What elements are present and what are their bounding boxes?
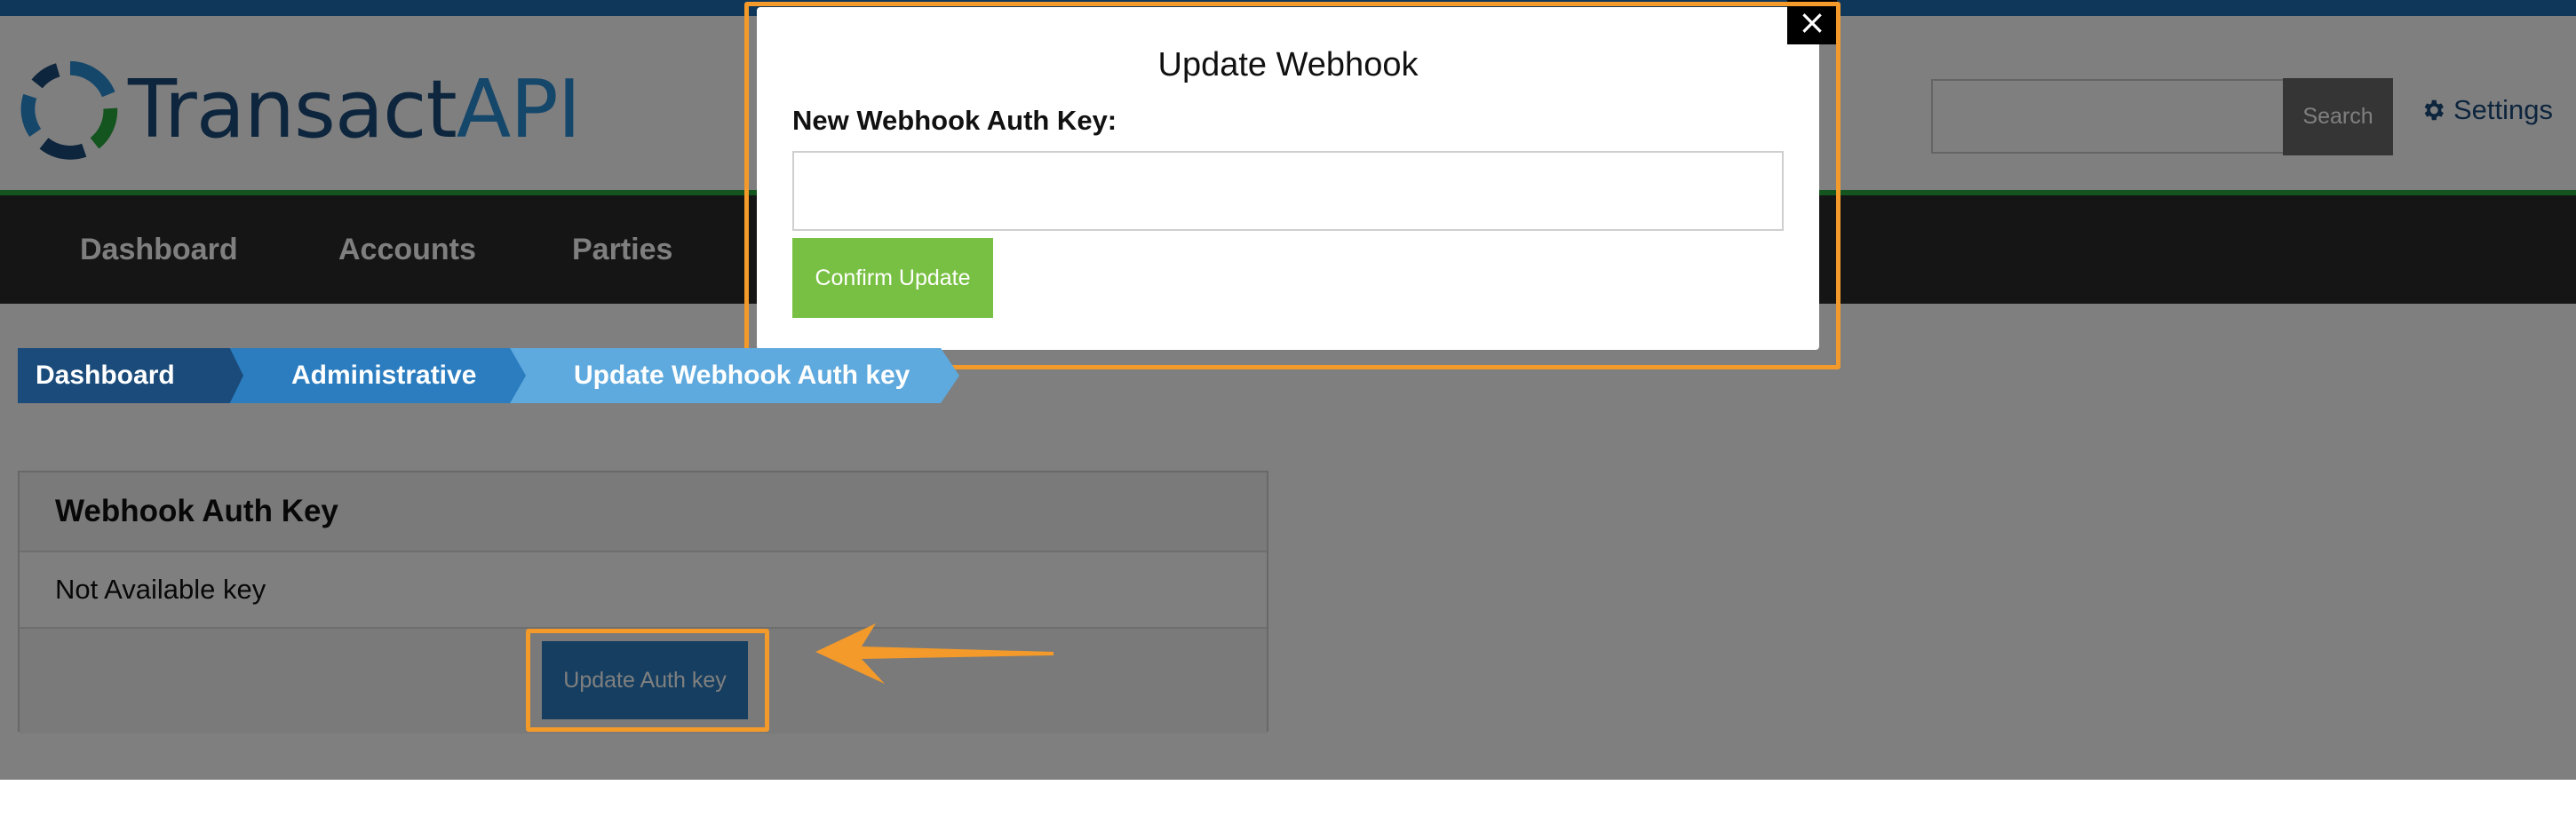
modal-highlight-annotation [744,2,1841,369]
breadcrumb-current-page: Update Webhook Auth key [494,348,959,403]
breadcrumb: Dashboard Administrative Update Webhook … [18,348,959,403]
breadcrumb-dashboard[interactable]: Dashboard [18,348,243,403]
page-bottom [0,780,2576,817]
breadcrumb-administrative[interactable]: Administrative [210,348,526,403]
button-highlight-annotation [526,629,769,732]
arrow-annotation-icon [815,623,1053,684]
